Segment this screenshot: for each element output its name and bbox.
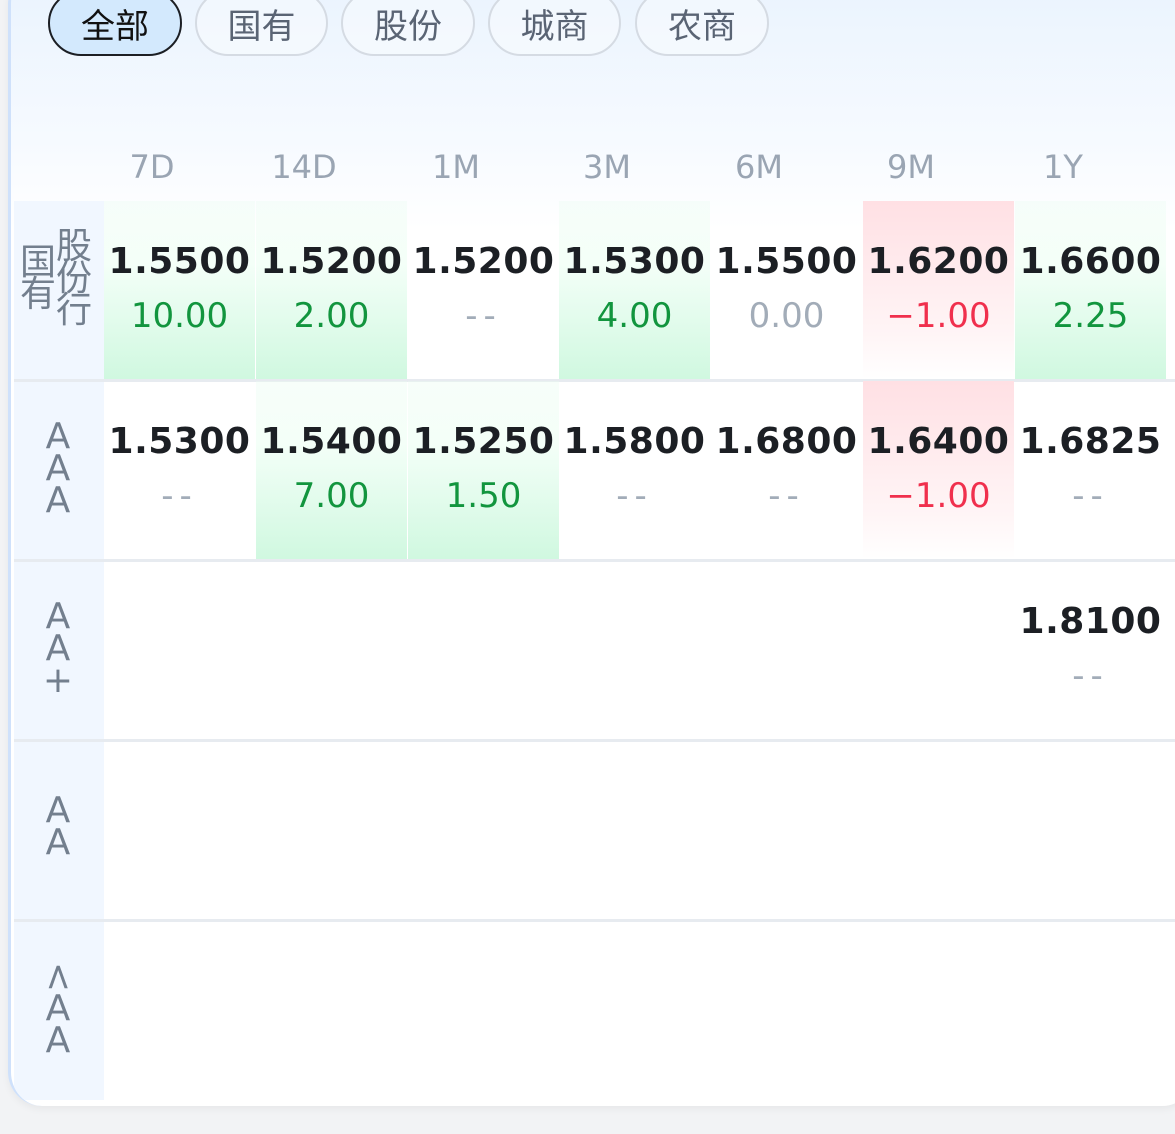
filter-tab-state-owned[interactable]: 国有 [195,0,328,56]
tenor-header-14d: 14D [271,148,337,186]
rate-value: 1.6800 [715,421,858,462]
rate-cell[interactable]: 1.8100 -- [1015,561,1166,739]
rate-change: -- [161,476,198,516]
rate-change: 0.00 [748,296,825,336]
row-divider [14,559,1175,562]
rate-cell[interactable]: 1.5200 -- [408,201,559,379]
rate-cell[interactable]: 1.6600 2.25 [1015,201,1166,379]
rate-change: 10.00 [130,296,229,336]
row-divider [14,739,1175,742]
row-label-ltaa: < A A [37,961,79,1061]
rate-cell[interactable]: 1.5300 -- [104,381,255,559]
rate-change: -- [465,296,502,336]
row-divider [14,919,1175,922]
tenor-header-7d: 7D [129,148,175,186]
row-label-part: 股份行 [56,229,93,331]
row-label-aa: AA [40,793,76,863]
rate-cell[interactable]: 1.6825 -- [1015,381,1166,559]
rate-value: 1.5200 [412,241,555,282]
filter-tab-all[interactable]: 全部 [48,0,182,56]
rate-change: 2.00 [293,296,370,336]
row-label-state-owned-joint-stock: 国有股份行 [20,229,100,331]
row-label-char: A [45,1020,71,1061]
rate-value: 1.5500 [108,241,251,282]
tenor-header-9m: 9M [887,148,935,186]
rate-cell[interactable]: 1.6400 −1.00 [863,381,1014,559]
tenor-header-1y: 1Y [1043,148,1083,186]
rate-value: 1.6200 [867,241,1010,282]
rate-value: 1.8100 [1019,601,1162,642]
rate-value: 1.6825 [1019,421,1162,462]
rate-card: 全部 国有 股份 城商 农商 7D 14D 1M 3M 6M 9M 1Y 国有股份行 1.5500 10.… [8,0,1175,1106]
rate-change: -- [768,476,805,516]
rate-cell[interactable]: 1.5800 -- [559,381,710,559]
row-label-aaplus: A A + [40,599,76,701]
rate-change: -- [616,476,653,516]
rate-change: -- [1072,476,1109,516]
rate-change: 2.25 [1052,296,1129,336]
tenor-header-6m: 6M [735,148,783,186]
rate-change: 4.00 [596,296,673,336]
row-label-char: < [37,961,79,993]
filter-tab-joint-stock[interactable]: 股份 [341,0,475,56]
row-label-char: A [45,822,71,863]
rate-value: 1.5800 [563,421,706,462]
row-label-part: 国有 [20,245,57,315]
rate-change: 1.50 [445,476,522,516]
rate-value: 1.5300 [563,241,706,282]
rate-cell[interactable]: 1.5400 7.00 [256,381,407,559]
rate-value: 1.5400 [260,421,403,462]
row-label-aaa: AAA [40,419,76,521]
filter-tab-rural-commercial[interactable]: 农商 [635,0,769,56]
rate-value: 1.5250 [412,421,555,462]
rate-cell[interactable]: 1.5300 4.00 [559,201,710,379]
rate-value: 1.6400 [867,421,1010,462]
row-label-char: 行 [56,290,93,331]
tenor-header-1m: 1M [432,148,480,186]
filter-tab-city-commercial[interactable]: 城商 [488,0,621,56]
row-label-char: A [45,480,71,521]
row-label-char: 有 [20,274,57,315]
rate-cell[interactable]: 1.5500 10.00 [104,201,255,379]
rate-change: 7.00 [293,476,370,516]
rate-value: 1.5300 [108,421,251,462]
rate-change: -- [1072,656,1109,696]
rate-value: 1.6600 [1019,241,1162,282]
rate-cell[interactable]: 1.5200 2.00 [256,201,407,379]
rate-change: −1.00 [886,476,991,516]
row-label-char: + [42,660,74,701]
rate-value: 1.5200 [260,241,403,282]
rate-cell[interactable]: 1.6800 -- [711,381,862,559]
tenor-header-3m: 3M [583,148,631,186]
rate-cell[interactable]: 1.5250 1.50 [408,381,559,559]
rate-change: −1.00 [886,296,991,336]
rate-value: 1.5500 [715,241,858,282]
rate-cell[interactable]: 1.5500 0.00 [711,201,862,379]
rate-cell[interactable]: 1.6200 −1.00 [863,201,1014,379]
